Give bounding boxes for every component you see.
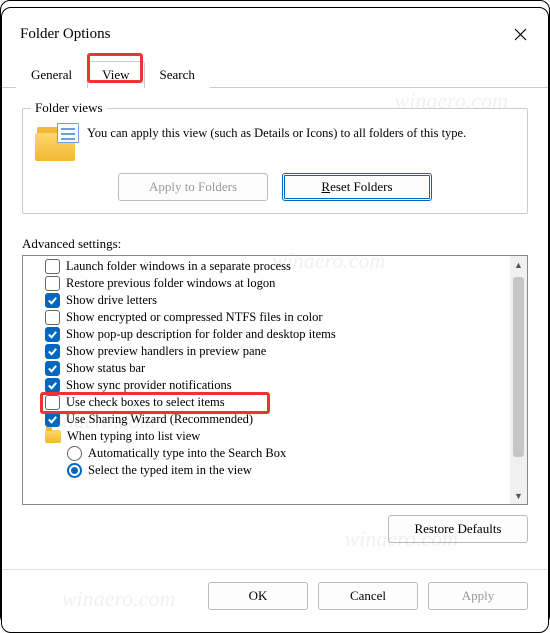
list-item[interactable]: Restore previous folder windows at logon [23,275,510,292]
scroll-down-arrow-icon[interactable]: ▼ [510,487,527,504]
folder-views-description: You can apply this view (such as Details… [87,125,515,161]
advanced-settings-list: Launch folder windows in a separate proc… [22,255,528,505]
list-item[interactable]: Show pop-up description for folder and d… [23,326,510,343]
cancel-button[interactable]: Cancel [318,582,418,610]
tab-search[interactable]: Search [145,61,210,88]
list-item[interactable]: Show status bar [23,360,510,377]
folder-type-icon [35,125,77,161]
list-item[interactable]: Show encrypted or compressed NTFS files … [23,309,510,326]
apply-to-folders-button: Apply to Folders [118,173,268,201]
radio[interactable] [67,446,82,461]
checkbox[interactable] [45,361,60,376]
restore-defaults-button[interactable]: Restore Defaults [388,515,528,543]
dialog-buttons: OK Cancel Apply [2,570,548,622]
titlebar: Folder Options [2,14,548,54]
list-item-label: Restore previous folder windows at logon [66,276,275,291]
radio[interactable] [67,463,82,478]
folder-options-window: winaero.com winaero.com winaero.com wina… [2,14,548,622]
tab-strip: General View Search [2,54,548,88]
checkbox[interactable] [45,412,60,427]
scroll-track[interactable] [510,273,527,487]
list-item-label: Show preview handlers in preview pane [66,344,266,359]
apply-button: Apply [428,582,528,610]
list-item-label: Select the typed item in the view [88,463,252,478]
list-item-label: Show pop-up description for folder and d… [66,327,336,342]
list-item-label: Launch folder windows in a separate proc… [66,259,291,274]
checkbox[interactable] [45,293,60,308]
list-item-label: Show drive letters [66,293,157,308]
list-item-label: Show encrypted or compressed NTFS files … [66,310,323,325]
tab-view[interactable]: View [87,61,144,88]
scroll-thumb[interactable] [513,277,524,457]
tab-general[interactable]: General [16,61,87,88]
list-item-label: When typing into list view [67,429,200,444]
list-item[interactable]: Select the typed item in the view [23,462,510,479]
folder-icon [45,430,61,443]
checkbox[interactable] [45,344,60,359]
list-item-label: Use Sharing Wizard (Recommended) [66,412,253,427]
tab-content-view: Folder views You can apply this view (su… [2,88,548,555]
list-item[interactable]: Show preview handlers in preview pane [23,343,510,360]
scroll-up-arrow-icon[interactable]: ▲ [510,256,527,273]
folder-views-label: Folder views [31,100,107,116]
scrollbar[interactable]: ▲ ▼ [510,256,527,504]
list-item-label: Automatically type into the Search Box [88,446,286,461]
checkbox[interactable] [45,395,60,410]
list-item[interactable]: When typing into list view [23,428,510,445]
reset-folders-button[interactable]: Reset Folders [282,173,432,201]
folder-views-group: Folder views You can apply this view (su… [22,108,528,214]
list-item[interactable]: Use check boxes to select items [23,394,510,411]
list-item[interactable]: Launch folder windows in a separate proc… [23,258,510,275]
list-item-label: Show status bar [66,361,145,376]
list-item[interactable]: Show drive letters [23,292,510,309]
list-item-label: Use check boxes to select items [66,395,225,410]
window-title: Folder Options [20,26,110,43]
checkbox[interactable] [45,378,60,393]
list-item[interactable]: Use Sharing Wizard (Recommended) [23,411,510,428]
close-icon [514,28,527,41]
list-item[interactable]: Show sync provider notifications [23,377,510,394]
list-item[interactable]: Automatically type into the Search Box [23,445,510,462]
checkbox[interactable] [45,327,60,342]
checkbox[interactable] [45,259,60,274]
checkbox[interactable] [45,276,60,291]
advanced-settings-list-inner[interactable]: Launch folder windows in a separate proc… [23,256,510,504]
ok-button[interactable]: OK [208,582,308,610]
close-button[interactable] [506,20,534,48]
list-item-label: Show sync provider notifications [66,378,232,393]
advanced-settings-label: Advanced settings: [22,236,528,252]
checkbox[interactable] [45,310,60,325]
